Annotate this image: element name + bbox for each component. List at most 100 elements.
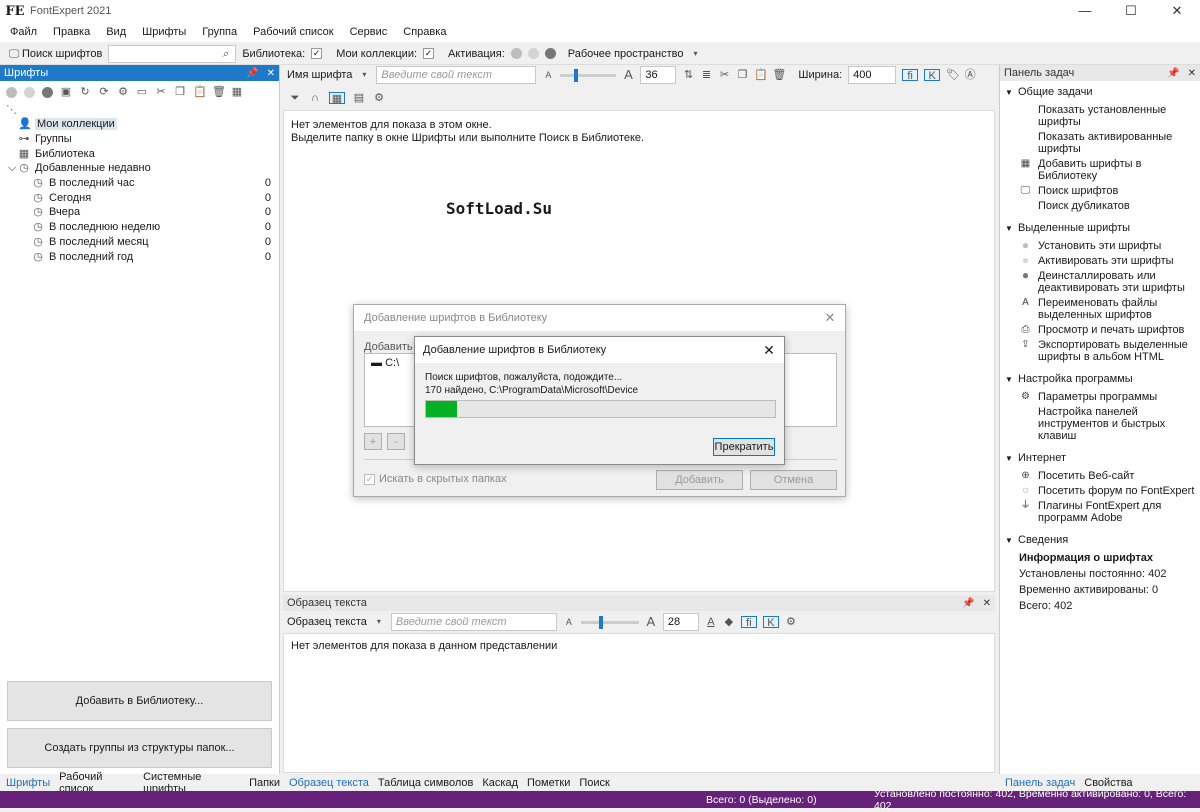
tab-cascade[interactable]: Каскад [482, 777, 518, 789]
tab-char-map[interactable]: Таблица символов [378, 777, 474, 789]
create-groups-button[interactable]: Создать группы из структуры папок... [7, 728, 272, 768]
task-link[interactable]: ● Установить эти шрифты [1000, 239, 1200, 252]
tab-search[interactable]: Поиск [579, 777, 609, 789]
minimize-button[interactable]: — [1062, 3, 1108, 19]
menu-group[interactable]: Группа [194, 26, 245, 38]
expand-icon[interactable]: ⌵ [8, 162, 18, 175]
tree-item[interactable]: ⌵ ◷ Добавленные недавно [8, 161, 279, 176]
font-name-dropdown[interactable]: Имя шрифта [287, 69, 352, 81]
line-spacing-icon[interactable]: ⇅ [682, 69, 694, 81]
task-link[interactable]: ⇪ Экспортировать выделенные шрифты в альб… [1000, 339, 1200, 363]
menu-service[interactable]: Сервис [342, 26, 396, 38]
tag-icon[interactable]: 🏷 [946, 69, 960, 81]
search-input[interactable]: ⌕ [108, 44, 237, 63]
size-select[interactable]: 36 [640, 66, 677, 84]
delete-icon[interactable]: 🗑 [212, 86, 226, 98]
close-icon[interactable]: ✕ [267, 68, 275, 79]
pin-icon[interactable]: 📌 [246, 68, 258, 79]
task-link[interactable]: Показать установленные шрифты [1000, 104, 1200, 128]
sample-size-select[interactable]: 28 [662, 613, 699, 631]
info-section-header[interactable]: ▼ Сведения [1000, 531, 1200, 549]
gear-icon[interactable]: ⚙ [373, 92, 385, 104]
settings-icon[interactable]: ⚙ [117, 86, 129, 98]
task-link[interactable]: Показать активированные шрифты [1000, 131, 1200, 155]
sample-panel-input[interactable]: Введите свой текст [390, 613, 557, 631]
remove-folder-button[interactable]: - [387, 433, 405, 450]
task-link[interactable]: ⊕ Посетить Веб-сайт [1000, 470, 1200, 482]
tree-item[interactable]: ▦ Библиотека [8, 146, 279, 161]
menu-worklist[interactable]: Рабочий список [245, 26, 342, 38]
task-link[interactable]: 🖵 Поиск шрифтов [1000, 185, 1200, 197]
tab-sample-text[interactable]: Образец текста [289, 777, 369, 789]
width-input[interactable]: 400 [848, 66, 897, 84]
folder-icon[interactable]: ▭ [136, 86, 148, 98]
task-link[interactable]: ⎙ Просмотр и печать шрифтов [1000, 324, 1200, 336]
close-icon[interactable]: ✕ [754, 342, 784, 359]
uninstall-dot-icon[interactable] [544, 48, 556, 59]
activate-dot-icon[interactable] [527, 48, 539, 59]
install-icon[interactable] [6, 86, 17, 98]
menu-fonts[interactable]: Шрифты [134, 26, 194, 38]
headphones-icon[interactable]: ∩ [309, 92, 321, 104]
pin-icon[interactable]: 📌 [962, 598, 974, 609]
kerning-icon[interactable]: K [762, 616, 779, 629]
delete-icon[interactable]: 🗑 [772, 69, 786, 81]
ligature-icon[interactable]: ﬁ [740, 616, 757, 629]
kerning-icon[interactable]: K [924, 69, 941, 82]
task-link[interactable]: Поиск дубликатов [1000, 200, 1200, 212]
task-section-header[interactable]: ▼ Общие задачи [1000, 83, 1200, 101]
close-icon[interactable]: ✕ [1188, 68, 1196, 79]
cancel-button[interactable]: Отмена [750, 470, 837, 490]
tree-item[interactable]: ◷ Сегодня 0 [8, 190, 279, 205]
pin-icon[interactable]: 📌 [1167, 68, 1179, 79]
task-link[interactable]: ⚙ Параметры программы [1000, 391, 1200, 403]
activate-icon[interactable] [24, 86, 35, 98]
collections-checkbox[interactable]: ✓ [423, 48, 435, 59]
text-icon[interactable]: Ⓐ [964, 69, 976, 81]
tree-item[interactable]: ◷ В последний месяц 0 [8, 235, 279, 250]
copy-icon[interactable]: ❐ [174, 86, 186, 98]
text-color-icon[interactable]: A [705, 616, 717, 628]
tree-item[interactable]: ◷ В последний год 0 [8, 249, 279, 264]
cut-icon[interactable]: ✂ [155, 86, 167, 98]
size-slider[interactable] [560, 68, 617, 82]
paste-icon[interactable]: 📋 [754, 69, 768, 81]
close-icon[interactable]: ✕ [815, 310, 845, 326]
tree-item[interactable]: ◷ В последнюю неделю 0 [8, 220, 279, 235]
refresh-icon[interactable]: ↻ [79, 86, 91, 98]
tab-marks[interactable]: Пометки [527, 777, 570, 789]
ligature-icon[interactable]: ﬁ [902, 69, 919, 82]
install-dot-icon[interactable] [510, 48, 522, 59]
task-link[interactable]: ● Активировать эти шрифты [1000, 254, 1200, 267]
table-view-icon[interactable]: ▤ [353, 92, 365, 104]
menu-edit[interactable]: Правка [45, 26, 98, 38]
task-section-header[interactable]: ▼ Выделенные шрифты [1000, 219, 1200, 237]
task-link[interactable]: ● Деинсталлировать или деактивировать эти… [1000, 269, 1200, 294]
task-section-header[interactable]: ▼ Интернет [1000, 449, 1200, 467]
hidden-folders-checkbox[interactable]: ✓ [364, 473, 375, 485]
uninstall-icon[interactable] [42, 86, 53, 98]
add-button[interactable]: Добавить [656, 470, 743, 490]
task-link[interactable]: ⏚ Плагины FontExpert для программ Adobe [1000, 500, 1200, 524]
tree-item[interactable]: ◷ Вчера 0 [8, 205, 279, 220]
cut-icon[interactable]: ✂ [718, 69, 730, 81]
tab-folders[interactable]: Папки [249, 777, 280, 789]
add-library-icon[interactable]: ▦ [231, 86, 243, 98]
menu-help[interactable]: Справка [395, 26, 454, 38]
tree-item[interactable]: ⊶ Группы [8, 132, 279, 147]
close-window-button[interactable]: ✕ [1154, 3, 1200, 19]
task-section-header[interactable]: ▼ Настройка программы [1000, 370, 1200, 388]
sample-text-input[interactable]: Введите свой текст [376, 66, 537, 84]
fill-color-icon[interactable]: ◆ [723, 616, 735, 628]
task-link[interactable]: A Переименовать файлы выделенных шрифтов [1000, 297, 1200, 321]
menu-file[interactable]: Файл [2, 26, 45, 38]
menu-view[interactable]: Вид [98, 26, 134, 38]
maximize-button[interactable]: ☐ [1108, 3, 1154, 19]
stop-button[interactable]: Прекратить [713, 438, 775, 456]
tab-fonts[interactable]: Шрифты [6, 777, 50, 789]
add-to-library-button[interactable]: Добавить в Библиотеку... [7, 681, 272, 721]
gear-icon[interactable]: ⚙ [785, 616, 797, 628]
sample-size-slider[interactable] [580, 615, 639, 629]
copy-icon[interactable]: ❐ [736, 69, 748, 81]
close-icon[interactable]: ✕ [983, 598, 991, 609]
